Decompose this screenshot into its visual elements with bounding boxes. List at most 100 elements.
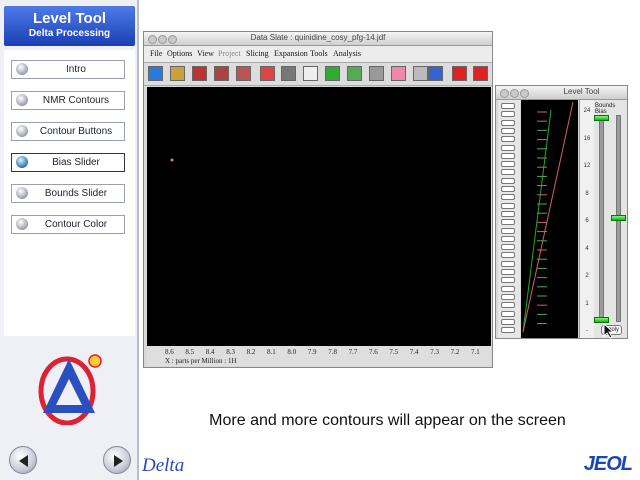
contour-level-button[interactable]	[501, 152, 515, 159]
contour-level-button[interactable]	[501, 161, 515, 168]
previous-button[interactable]	[9, 446, 37, 474]
menu-expansion[interactable]: Expansion	[274, 49, 308, 58]
contour-level-button[interactable]	[501, 277, 515, 284]
x-tick-label: 8.1	[267, 348, 276, 356]
menu-analysis[interactable]: Analysis	[333, 49, 361, 58]
toolbar	[144, 63, 492, 86]
nav-item-intro[interactable]: Intro	[11, 60, 125, 79]
tool-stack-icon[interactable]	[281, 66, 296, 81]
menu-view[interactable]: View	[197, 49, 214, 58]
contour-level-button[interactable]	[501, 318, 515, 325]
radio-dot-icon	[16, 156, 28, 168]
contour-level-button[interactable]	[501, 169, 515, 176]
menubar: File Options View Project Slicing Expans…	[144, 46, 492, 63]
level-tool-titlebar[interactable]: Level Tool	[496, 86, 627, 100]
contour-level-button[interactable]	[501, 119, 515, 126]
x-tick-label: 7.9	[307, 348, 317, 356]
nav-item-contour-color[interactable]: Contour Color	[11, 215, 125, 234]
left-arrow-icon	[19, 455, 28, 467]
tool-settings-icon[interactable]	[369, 66, 384, 81]
tool-level-icon[interactable]	[347, 66, 362, 81]
contour-level-button[interactable]	[501, 103, 515, 109]
nav-item-label: Bias Slider	[52, 157, 100, 168]
tool-music-icon[interactable]	[428, 66, 443, 81]
menu-file[interactable]: File	[150, 49, 162, 58]
tool-grid-icon[interactable]	[260, 66, 275, 81]
contour-level-button[interactable]	[501, 210, 515, 217]
contour-level-button[interactable]	[501, 136, 515, 143]
level-scale-value: 24	[583, 108, 591, 114]
contour-level-button[interactable]	[501, 293, 515, 300]
x-axis-label: X : parts per Million : 1H	[165, 357, 237, 365]
contour-level-button[interactable]	[501, 310, 515, 317]
contour-level-button[interactable]	[501, 227, 515, 234]
mouse-cursor-icon	[603, 323, 615, 339]
x-tick-label: 7.1	[471, 348, 480, 356]
bounds-slider-track[interactable]	[599, 115, 604, 322]
contour-level-button[interactable]	[501, 252, 515, 259]
contour-level-button[interactable]	[501, 244, 515, 251]
contour-level-button[interactable]	[501, 177, 515, 184]
contour-level-button[interactable]	[501, 327, 515, 334]
tool-print-setup-icon[interactable]	[214, 66, 229, 81]
level-scale: 24 16 12 8 6 4 2 1 -	[579, 100, 594, 338]
tutorial-subtitle: Delta Processing	[28, 28, 111, 39]
tool-recycle-icon[interactable]	[325, 66, 340, 81]
nav-item-bounds-slider[interactable]: Bounds Slider	[11, 184, 125, 203]
tool-open-icon[interactable]	[170, 66, 185, 81]
contour-level-button[interactable]	[501, 202, 515, 209]
level-scale-value: 1	[585, 300, 589, 307]
tool-back-arrow-icon[interactable]	[452, 66, 467, 81]
menu-options[interactable]: Options	[167, 49, 192, 58]
tool-page-icon[interactable]	[303, 66, 318, 81]
contour-level-button[interactable]	[501, 144, 515, 151]
x-tick-label: 8.3	[226, 348, 235, 356]
tool-export-icon[interactable]	[236, 66, 251, 81]
narration-caption: More and more contours will appear on th…	[209, 412, 566, 429]
window-zoom-button[interactable]	[520, 89, 529, 98]
contour-level-button[interactable]	[501, 269, 515, 275]
menu-tools[interactable]: Tools	[310, 49, 328, 58]
contour-plot[interactable]	[147, 87, 491, 346]
contour-level-button[interactable]	[501, 194, 515, 201]
x-tick-label: 7.7	[348, 348, 358, 356]
level-graph	[521, 100, 578, 338]
tool-1d-icon[interactable]	[148, 66, 163, 81]
right-arrow-icon	[114, 455, 123, 467]
contour-level-buttons	[498, 100, 520, 338]
data-slate-titlebar[interactable]: Data Slate : quinidine_cosy_pfg-14.jdf	[144, 32, 492, 46]
tutorial-title-box: Level Tool Delta Processing	[4, 6, 135, 46]
menu-project[interactable]: Project	[218, 49, 241, 58]
radio-dot-icon	[16, 94, 28, 106]
menu-slicing[interactable]: Slicing	[246, 49, 269, 58]
contour-level-button[interactable]	[501, 302, 515, 309]
contour-level-button[interactable]	[501, 235, 515, 242]
nav-item-nmr-contours[interactable]: NMR Contours	[11, 91, 125, 110]
nav-panel: Intro NMR Contours Contour Buttons Bias …	[4, 50, 135, 336]
x-tick-label: 7.4	[409, 348, 419, 356]
window-close-button[interactable]	[500, 89, 509, 98]
window-minimize-button[interactable]	[510, 89, 519, 98]
tool-forward-arrow-icon[interactable]	[473, 66, 488, 81]
x-tick-label: 8.4	[205, 348, 215, 356]
tool-print-icon[interactable]	[192, 66, 207, 81]
tool-color-icon[interactable]	[391, 66, 406, 81]
contour-level-button[interactable]	[501, 285, 515, 292]
contour-level-button[interactable]	[501, 186, 515, 192]
contour-level-button[interactable]	[501, 111, 515, 118]
contour-level-button[interactable]	[501, 260, 515, 267]
bounds-slider-thumb[interactable]	[594, 115, 609, 121]
bias-slider-thumb[interactable]	[611, 215, 626, 221]
nav-item-contour-buttons[interactable]: Contour Buttons	[11, 122, 125, 141]
level-scale-value: 4	[585, 245, 589, 252]
tool-zoom-icon[interactable]	[413, 66, 428, 81]
next-button[interactable]	[103, 446, 131, 474]
nav-item-bias-slider[interactable]: Bias Slider	[11, 153, 125, 172]
nav-item-label: Contour Buttons	[39, 126, 113, 137]
radio-dot-icon	[16, 125, 28, 137]
x-tick-label: 8.0	[287, 348, 297, 356]
nav-item-label: Bounds Slider	[44, 188, 108, 199]
contour-level-button[interactable]	[501, 127, 515, 134]
delta-brand-text: Delta	[142, 455, 185, 476]
contour-level-button[interactable]	[501, 219, 515, 226]
